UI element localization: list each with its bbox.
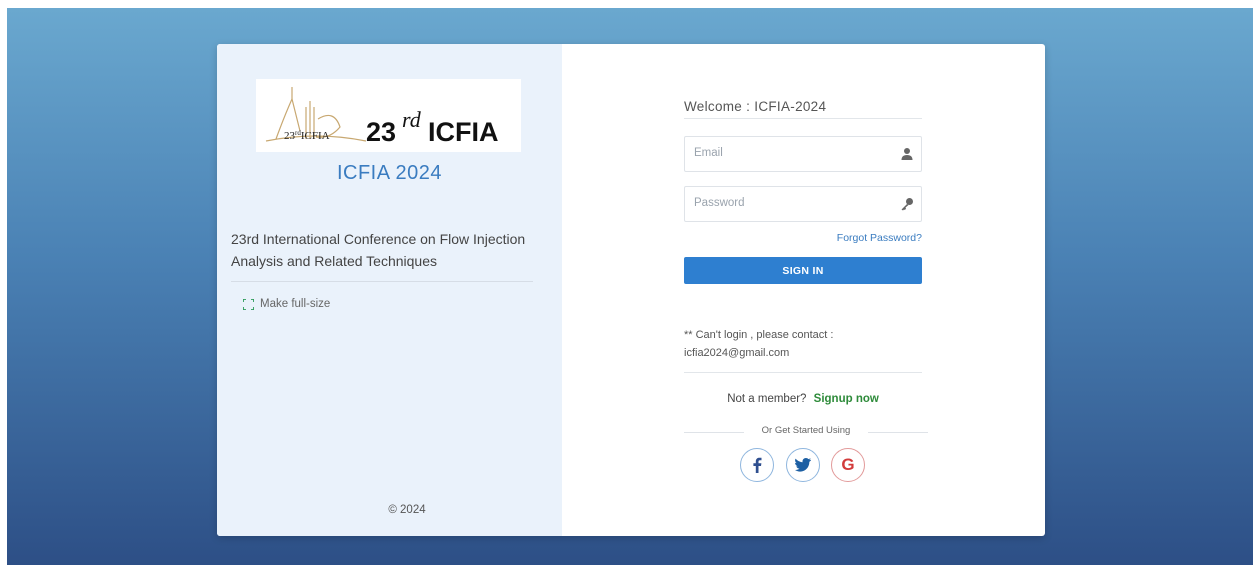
svg-text:23: 23 — [366, 117, 396, 147]
divider — [684, 118, 922, 119]
password-field-wrapper — [684, 186, 922, 222]
user-icon — [900, 147, 914, 161]
svg-text:ICFIA: ICFIA — [428, 117, 499, 147]
forgot-password-link[interactable]: Forgot Password? — [812, 232, 922, 244]
email-input[interactable] — [685, 137, 894, 169]
twitter-login-button[interactable] — [786, 448, 820, 482]
copyright: © 2024 — [388, 504, 426, 516]
divider — [684, 372, 922, 373]
facebook-icon — [753, 457, 762, 473]
or-separator: Or Get Started Using — [684, 425, 928, 439]
divider — [231, 281, 533, 282]
contact-text: ** Can't login , please contact : — [684, 329, 834, 341]
make-full-size-link[interactable]: Make full-size — [242, 297, 331, 311]
not-member-text: Not a member? — [727, 393, 807, 405]
signup-link[interactable]: Signup now — [814, 393, 879, 405]
google-login-button[interactable]: G — [831, 448, 865, 482]
divider — [868, 432, 928, 433]
svg-text:23rdICFIA: 23rdICFIA — [284, 129, 330, 142]
signup-prompt: Not a member? Signup now — [684, 393, 922, 405]
or-get-started-text: Or Get Started Using — [761, 425, 851, 436]
welcome-heading: Welcome : ICFIA-2024 — [684, 99, 827, 114]
conference-description: 23rd International Conference on Flow In… — [231, 231, 526, 269]
facebook-login-button[interactable] — [740, 448, 774, 482]
login-card: 23rdICFIA 23 rd ICFIA ICFIA 2024 23rd In… — [217, 44, 1045, 536]
make-full-size-label: Make full-size — [260, 298, 331, 310]
password-input[interactable] — [685, 187, 894, 219]
left-panel: 23rdICFIA 23 rd ICFIA ICFIA 2024 23rd In… — [217, 44, 562, 536]
email-field-wrapper — [684, 136, 922, 172]
key-icon — [900, 197, 914, 211]
expand-icon — [242, 297, 255, 311]
contact-info: ** Can't login , please contact : icfia2… — [684, 326, 833, 362]
twitter-icon — [795, 458, 811, 472]
conference-title: ICFIA 2024 — [336, 162, 443, 184]
sign-in-button[interactable]: SIGN IN — [684, 257, 922, 284]
right-panel: Welcome : ICFIA-2024 Forgot Password? SI… — [562, 44, 1045, 536]
contact-email: icfia2024@gmail.com — [684, 347, 790, 359]
svg-text:rd: rd — [402, 107, 422, 132]
conference-logo: 23rdICFIA 23 rd ICFIA — [256, 79, 521, 152]
google-icon: G — [841, 455, 855, 474]
